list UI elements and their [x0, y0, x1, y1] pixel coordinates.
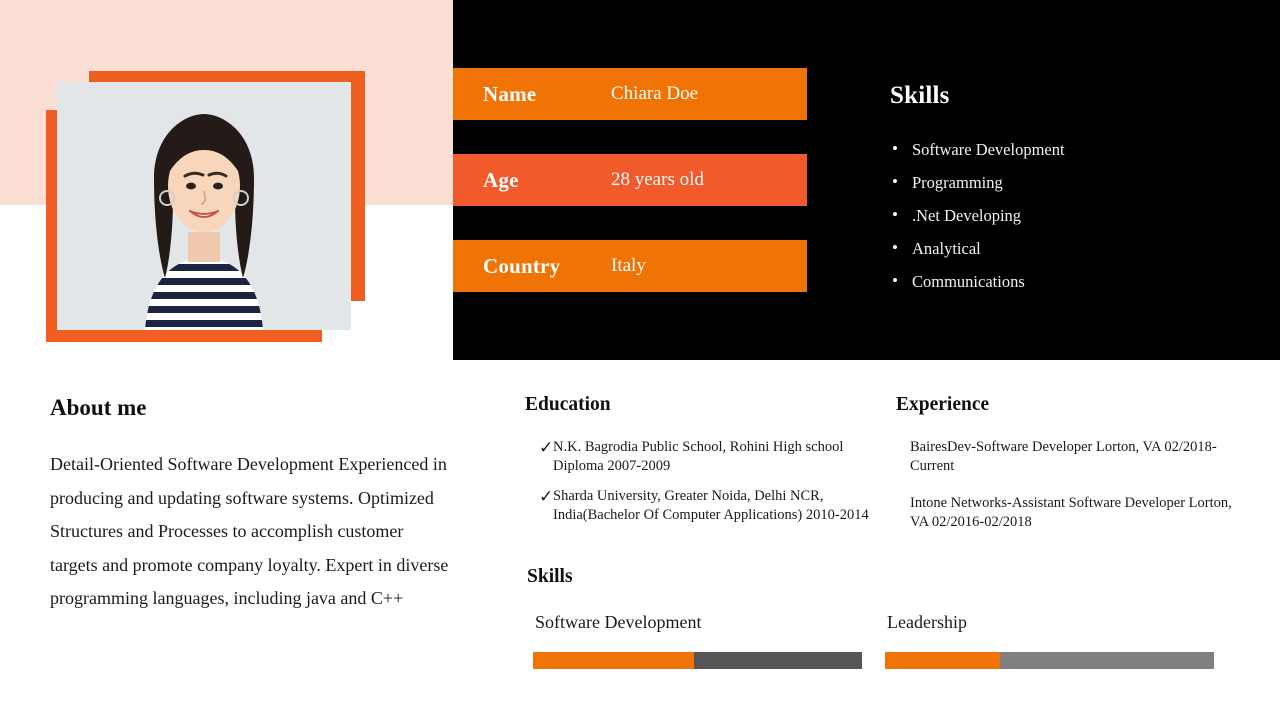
skill-bar-label: Leadership — [887, 612, 967, 632]
skill-bar-label: Software Development — [535, 612, 702, 632]
education-item-text: N.K. Bagrodia Public School, Rohini High… — [553, 439, 844, 474]
skills-panel-item: • Software Development — [890, 139, 1270, 160]
skills-panel-item: • Communications — [890, 271, 1270, 292]
education-item: ✓ N.K. Bagrodia Public School, Rohini Hi… — [525, 438, 875, 475]
skill-bar-block: Software Development — [533, 612, 862, 669]
skill-bar-fill — [885, 652, 1001, 669]
skill-bar-fill — [533, 652, 695, 669]
info-label-country: Country — [483, 253, 561, 278]
education-section: Education ✓ N.K. Bagrodia Public School,… — [525, 394, 875, 536]
info-label-name: Name — [483, 81, 537, 106]
info-row-age: Age 28 years old — [453, 154, 807, 206]
skills-bars-title: Skills — [527, 566, 573, 587]
bullet-icon: • — [892, 271, 898, 290]
skills-panel-title: Skills — [890, 82, 950, 109]
skills-bars-section: Skills Software Development Leadership — [527, 566, 1227, 669]
bullet-icon: • — [892, 172, 898, 191]
about-section: About me Detail-Oriented Software Develo… — [50, 395, 450, 616]
experience-section: Experience BairesDev-Software Developer … — [896, 394, 1236, 550]
profile-photo — [57, 82, 351, 330]
skills-panel-item-label: .Net Developing — [912, 206, 1022, 225]
skills-panel-item-label: Analytical — [912, 239, 981, 258]
skills-panel-item-label: Communications — [912, 272, 1025, 291]
skills-panel-item: • Analytical — [890, 238, 1270, 259]
skill-bar-block: Leadership — [885, 612, 1214, 669]
education-title: Education — [525, 394, 611, 415]
info-label-age: Age — [483, 167, 519, 192]
bullet-icon: • — [892, 205, 898, 224]
skill-bar-track — [533, 652, 862, 669]
resume-slide: Name Chiara Doe Age 28 years old Country… — [0, 0, 1280, 720]
experience-item: Intone Networks-Assistant Software Devel… — [910, 495, 1232, 530]
about-title: About me — [50, 395, 147, 420]
info-value-country: Italy — [611, 255, 646, 276]
info-value-name: Chiara Doe — [611, 83, 699, 104]
skills-panel-list: • Software Development • Programming • .… — [890, 139, 1270, 292]
check-icon: ✓ — [539, 487, 554, 506]
bullet-icon: • — [892, 238, 898, 257]
experience-title: Experience — [896, 394, 990, 415]
skills-panel-item: • .Net Developing — [890, 205, 1270, 226]
info-value-age: 28 years old — [611, 169, 704, 190]
experience-item: BairesDev-Software Developer Lorton, VA … — [910, 439, 1217, 474]
info-row-name: Name Chiara Doe — [453, 68, 807, 120]
skill-bar-track — [885, 652, 1214, 669]
skills-panel-item-label: Software Development — [912, 140, 1065, 159]
education-item: ✓ Sharda University, Greater Noida, Delh… — [525, 487, 875, 524]
skills-panel-item-label: Programming — [912, 173, 1003, 192]
skills-bars-row: Software Development Leadership — [533, 612, 1227, 669]
bullet-icon: • — [892, 139, 898, 158]
about-body: Detail-Oriented Software Development Exp… — [50, 454, 449, 609]
skills-panel-item: • Programming — [890, 172, 1270, 193]
check-icon: ✓ — [539, 438, 554, 457]
education-item-text: Sharda University, Greater Noida, Delhi … — [553, 488, 869, 523]
info-row-country: Country Italy — [453, 240, 807, 292]
skills-panel: Skills • Software Development • Programm… — [890, 82, 1270, 305]
